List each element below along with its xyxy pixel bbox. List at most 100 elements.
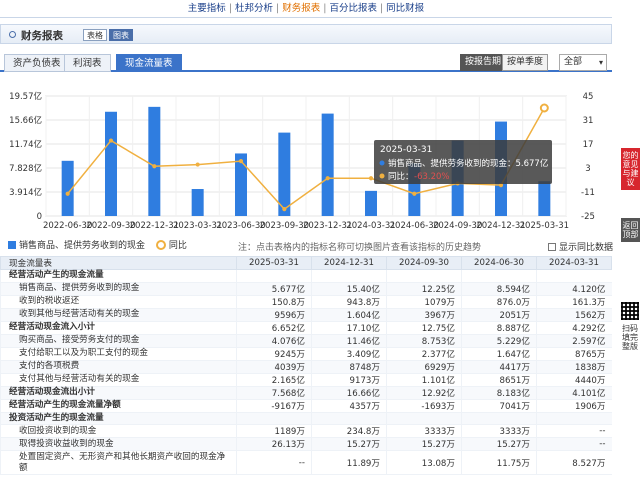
chart-note: 注：点击表格内的指标名称可切换图片查看该指标的历史趋势	[238, 243, 482, 253]
nav-item-4[interactable]: 同比财报	[386, 3, 424, 14]
table-cell: 9245万	[236, 347, 312, 361]
by-quarter-button[interactable]: 按单季度	[502, 54, 549, 71]
table-row: 取得投资收益收到的现金 26.13万 15.27万 15.27万 15.27万 --	[0, 437, 612, 451]
x-tick-label: 2025-03-31	[520, 221, 569, 231]
qr-code-icon	[621, 302, 639, 320]
row-label[interactable]: 经营活动现金流入小计	[0, 321, 237, 335]
side-toolbar: 您的意见与建议 返回顶部 扫码填完整版	[620, 0, 640, 496]
qr-caption: 扫码填完整版	[622, 324, 638, 351]
bar	[105, 111, 117, 216]
yoy-point	[195, 162, 200, 167]
nav-item-2[interactable]: 财务报表	[282, 3, 320, 14]
x-tick-label: 2023-06-30	[216, 221, 265, 231]
table-cell: 7041万	[461, 399, 537, 413]
table-row: 处置固定资产、无形资产和其他长期资产收回的现金净额 -- 11.89万 13.08万 1…	[0, 450, 612, 475]
row-label[interactable]: 处置固定资产、无形资产和其他长期资产收回的现金净额	[0, 450, 237, 475]
table-cell: 8.753亿	[386, 334, 462, 348]
table-cell: 1079万	[386, 295, 462, 309]
table-cell: -1693万	[386, 399, 462, 413]
legend-item-bar[interactable]: 销售商品、提供劳务收到的现金	[8, 241, 145, 251]
table-cell: 150.8万	[236, 295, 312, 309]
table-header-cell: 2025-03-31	[236, 256, 312, 270]
row-label[interactable]: 支付的各项税费	[0, 360, 237, 374]
row-label[interactable]: 取得投资收益收到的现金	[0, 437, 237, 451]
yoy-point	[498, 183, 504, 188]
table-cell	[461, 412, 537, 425]
table-cell: 3333万	[386, 424, 462, 438]
table-cell: 8748万	[311, 360, 387, 374]
nav-item-3[interactable]: 百分比报表	[329, 3, 377, 14]
table-header-cell: 2024-12-31	[311, 256, 387, 270]
tab-balance-sheet[interactable]: 资产负债表	[4, 54, 70, 72]
cash-flow-chart: 19.57亿 15.66亿 11.74亿 7.828亿 3.914亿 0 45 31 17 3 -1…	[9, 91, 595, 231]
table-cell: 8651万	[461, 373, 537, 387]
y-tick-left: 19.57亿	[9, 91, 42, 102]
legend-item-line[interactable]: 同比	[155, 240, 187, 251]
row-label[interactable]: 支付其他与经营活动有关的现金	[0, 373, 237, 387]
legend-bar-label: 销售商品、提供劳务收到的现金	[19, 241, 146, 251]
yoy-point	[539, 103, 549, 113]
tab-income-statement[interactable]: 利润表	[64, 54, 111, 72]
by-report-period-button[interactable]: 按报告期	[460, 54, 507, 71]
back-to-top-button[interactable]: 返回顶部	[621, 218, 640, 242]
row-label[interactable]: 经营活动产生的现金流量净额	[0, 399, 237, 413]
row-label[interactable]: 收回投资收到的现金	[0, 424, 237, 438]
table-cell: 7.568亿	[236, 386, 312, 400]
range-select-value: 全部	[564, 57, 583, 67]
table-cell: 15.40亿	[311, 282, 387, 296]
legend-line-label: 同比	[168, 241, 187, 251]
chart-view-button[interactable]: 图表	[109, 29, 133, 41]
table-cell: 4417万	[461, 360, 537, 374]
row-label[interactable]: 经营活动产生的现金流量	[0, 269, 237, 283]
table-cell: 15.27万	[461, 437, 537, 451]
table-cell: --	[536, 424, 612, 438]
checkbox-icon	[548, 243, 556, 251]
table-cell: -9167万	[236, 399, 312, 413]
table-cell: 4.076亿	[236, 334, 312, 348]
table-cell	[236, 412, 312, 425]
line-swatch-icon	[155, 240, 166, 250]
nav-separator: |	[276, 3, 280, 14]
table-cell: 8765万	[536, 347, 612, 361]
table-cell: 6929万	[386, 360, 462, 374]
table-cell: 12.25亿	[386, 282, 462, 296]
row-label[interactable]: 购买商品、接受劳务支付的现金	[0, 334, 237, 348]
table-row: 收到其他与经营活动有关的现金 9596万 1.604亿 3967万 2051万 1562万	[0, 308, 612, 322]
table-cell: 17.10亿	[311, 321, 387, 335]
yoy-point	[108, 138, 114, 143]
table-row: 经营活动现金流入小计 6.652亿 17.10亿 12.75亿 8.887亿 4.292亿	[0, 321, 612, 335]
row-label[interactable]: 经营活动现金流出小计	[0, 386, 237, 400]
table-row: 经营活动产生的现金流量净额 -9167万 4357万 -1693万 7041万 1906万	[0, 399, 612, 413]
nav-item-0[interactable]: 主要指标	[188, 3, 226, 14]
row-label[interactable]: 投资活动产生的现金流量	[0, 412, 237, 425]
nav-item-1[interactable]: 杜邦分析	[235, 3, 273, 14]
table-cell: 8.887亿	[461, 321, 537, 335]
table-cell: 8.594亿	[461, 282, 537, 296]
yoy-point	[325, 176, 330, 181]
chevron-down-icon: ▾	[598, 58, 603, 67]
nav-separator: |	[323, 3, 327, 14]
y-tick-left: 11.74亿	[9, 139, 42, 150]
row-label[interactable]: 收到的税收返还	[0, 295, 237, 309]
table-row: 销售商品、提供劳务收到的现金 5.677亿 15.40亿 12.25亿 8.594亿 4.…	[0, 282, 612, 296]
range-select[interactable]: 全部 ▾	[559, 54, 607, 71]
show-yoy-checkbox[interactable]: 显示同比数据	[548, 240, 613, 253]
table-cell: 2.165亿	[236, 373, 312, 387]
table-row: 购买商品、接受劳务支付的现金 4.076亿 11.46亿 8.753亿 5.229亿 2.…	[0, 334, 612, 348]
top-nav: 主要指标 | 杜邦分析 | 财务报表 | 百分比报表 | 同比财报	[0, 0, 612, 18]
table-cell: 4.120亿	[536, 282, 612, 296]
cash-flow-table: 现金流量表 2025-03-31 2024-12-31 2024-09-30 2024-…	[0, 256, 612, 475]
table-cell: 26.13万	[236, 437, 312, 451]
row-label[interactable]: 销售商品、提供劳务收到的现金	[0, 282, 237, 296]
feedback-button[interactable]: 您的意见与建议	[621, 148, 640, 190]
table-cell: 8.183亿	[461, 386, 537, 400]
table-row: 支付的各项税费 4039万 8748万 6929万 4417万 1838万	[0, 360, 612, 374]
table-cell	[236, 269, 312, 283]
table-cell	[311, 269, 387, 283]
yoy-point	[65, 191, 70, 196]
row-label[interactable]: 支付给职工以及为职工支付的现金	[0, 347, 237, 361]
tab-cash-flow[interactable]: 现金流量表	[116, 54, 182, 72]
table-view-button[interactable]: 表格	[83, 29, 107, 41]
bar	[191, 189, 204, 216]
row-label[interactable]: 收到其他与经营活动有关的现金	[0, 308, 237, 322]
